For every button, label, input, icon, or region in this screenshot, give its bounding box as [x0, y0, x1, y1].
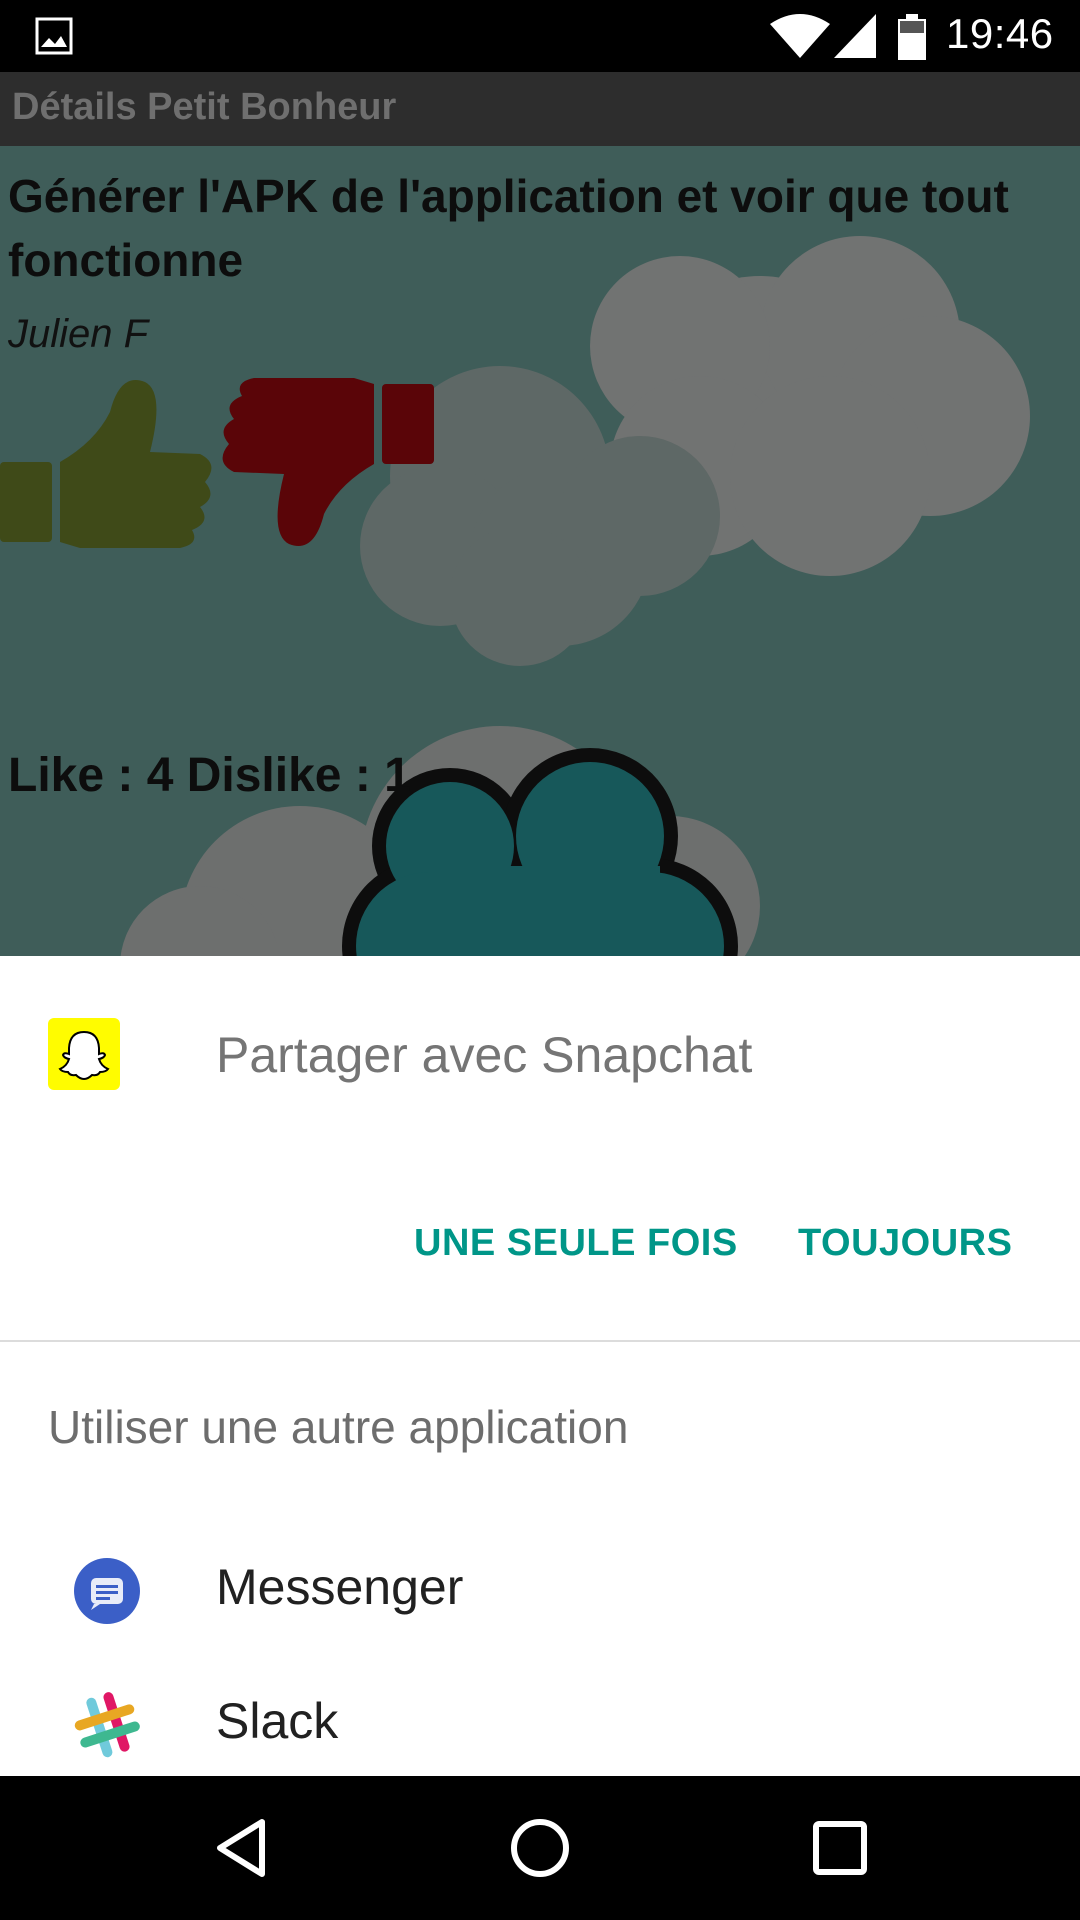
toolbar-title: Détails Petit Bonheur — [12, 86, 397, 128]
like-dislike-counts: Like : 4 Dislike : 1 — [8, 749, 411, 802]
home-icon[interactable] — [504, 1812, 576, 1884]
app-option-messenger[interactable]: Messenger — [0, 1518, 1080, 1668]
post-author: Julien F — [8, 312, 149, 356]
thumbs-up-icon[interactable] — [0, 372, 220, 552]
clock: 19:46 — [946, 10, 1054, 57]
app-toolbar: Détails Petit Bonheur — [0, 72, 1080, 146]
always-button[interactable]: TOUJOURS — [798, 1222, 1012, 1265]
wifi-icon — [770, 14, 830, 58]
recents-icon[interactable] — [804, 1812, 876, 1884]
signal-icon — [834, 14, 876, 58]
image-icon — [35, 17, 73, 55]
share-title: Partager avec Snapchat — [216, 1027, 753, 1083]
status-bar: 19:46 — [0, 0, 1080, 72]
navigation-bar — [0, 1776, 1080, 1920]
app-label-slack: Slack — [216, 1693, 339, 1749]
other-apps-heading: Utiliser une autre application — [48, 1401, 629, 1453]
messenger-icon — [74, 1558, 140, 1624]
divider — [0, 1340, 1080, 1342]
just-once-button[interactable]: UNE SEULE FOIS — [414, 1222, 738, 1265]
app-label-messenger: Messenger — [216, 1559, 464, 1615]
back-icon[interactable] — [206, 1812, 278, 1884]
app-option-slack[interactable]: Slack — [0, 1668, 1080, 1776]
app-background: Détails Petit Bonheur Générer l'APK de l… — [0, 72, 1080, 956]
slack-icon — [74, 1692, 140, 1758]
thumbs-down-icon[interactable] — [214, 374, 434, 554]
post-title: Générer l'APK de l'application et voir q… — [8, 170, 1009, 286]
share-sheet: Partager avec Snapchat UNE SEULE FOIS TO… — [0, 956, 1080, 1776]
snapchat-icon — [48, 1018, 120, 1090]
battery-icon — [898, 14, 926, 60]
